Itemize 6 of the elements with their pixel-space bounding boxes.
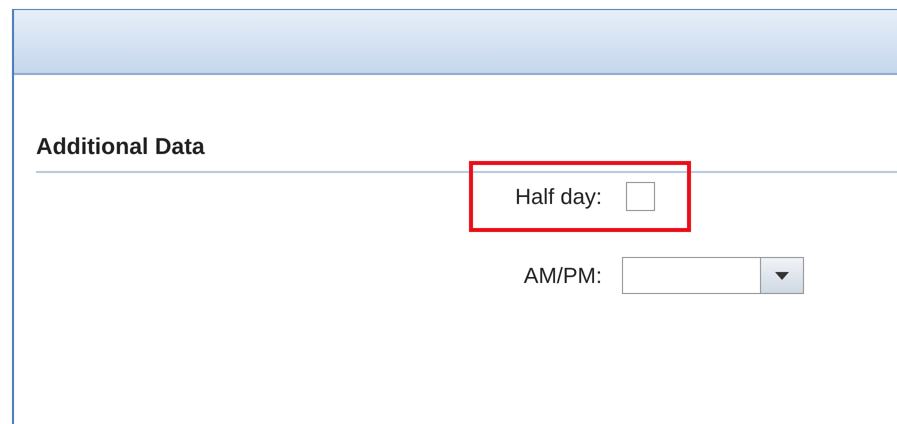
field-label: Half day: <box>514 184 602 210</box>
caret-icon <box>775 272 789 280</box>
field-label: AM/PM: <box>522 262 602 288</box>
am-pm-dropdown[interactable] <box>622 257 804 294</box>
half-day-checkbox[interactable] <box>626 182 655 211</box>
section-title: Additional Data <box>36 132 206 161</box>
